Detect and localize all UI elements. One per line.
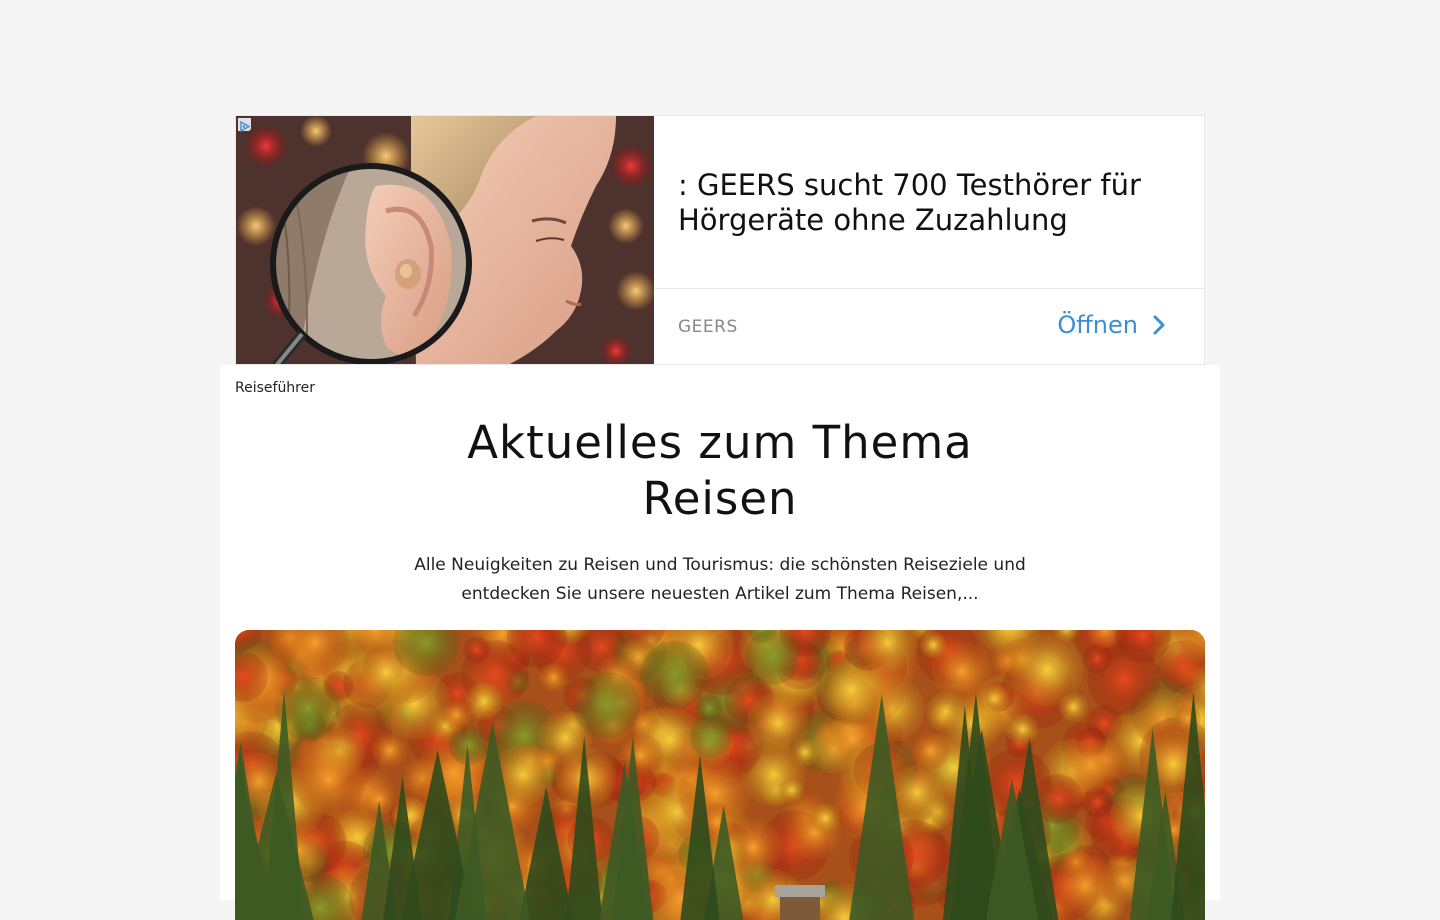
page-title: Aktuelles zum Thema Reisen — [220, 415, 1220, 527]
ad-open-button[interactable]: Öffnen — [1057, 311, 1166, 339]
ad-footer: GEERS Öffnen — [654, 288, 1205, 365]
ad-advertiser-name: GEERS — [678, 317, 738, 337]
page-intro: Alle Neuigkeiten zu Reisen und Tourismus… — [400, 551, 1040, 609]
breadcrumb-link[interactable]: Reiseführer — [235, 380, 315, 396]
ad-image-hearing-aid[interactable] — [236, 116, 654, 365]
advertisement-banner[interactable]: : GEERS sucht 700 Testhörer für Hörgerät… — [235, 115, 1205, 365]
page-title-line-1: Aktuelles zum Thema — [220, 415, 1220, 471]
chevron-right-icon — [1152, 314, 1166, 336]
ad-headline[interactable]: : GEERS sucht 700 Testhörer für Hörgerät… — [678, 168, 1188, 238]
ad-photo — [236, 116, 654, 365]
adchoices-icon[interactable] — [238, 118, 251, 131]
main-content: Reiseführer Aktuelles zum Thema Reisen A… — [220, 365, 1220, 900]
hero-image[interactable] — [235, 630, 1205, 920]
page-title-line-2: Reisen — [220, 471, 1220, 527]
autumn-forest-photo — [235, 630, 1205, 920]
ad-open-label: Öffnen — [1057, 311, 1138, 339]
ad-content[interactable]: : GEERS sucht 700 Testhörer für Hörgerät… — [654, 116, 1205, 365]
